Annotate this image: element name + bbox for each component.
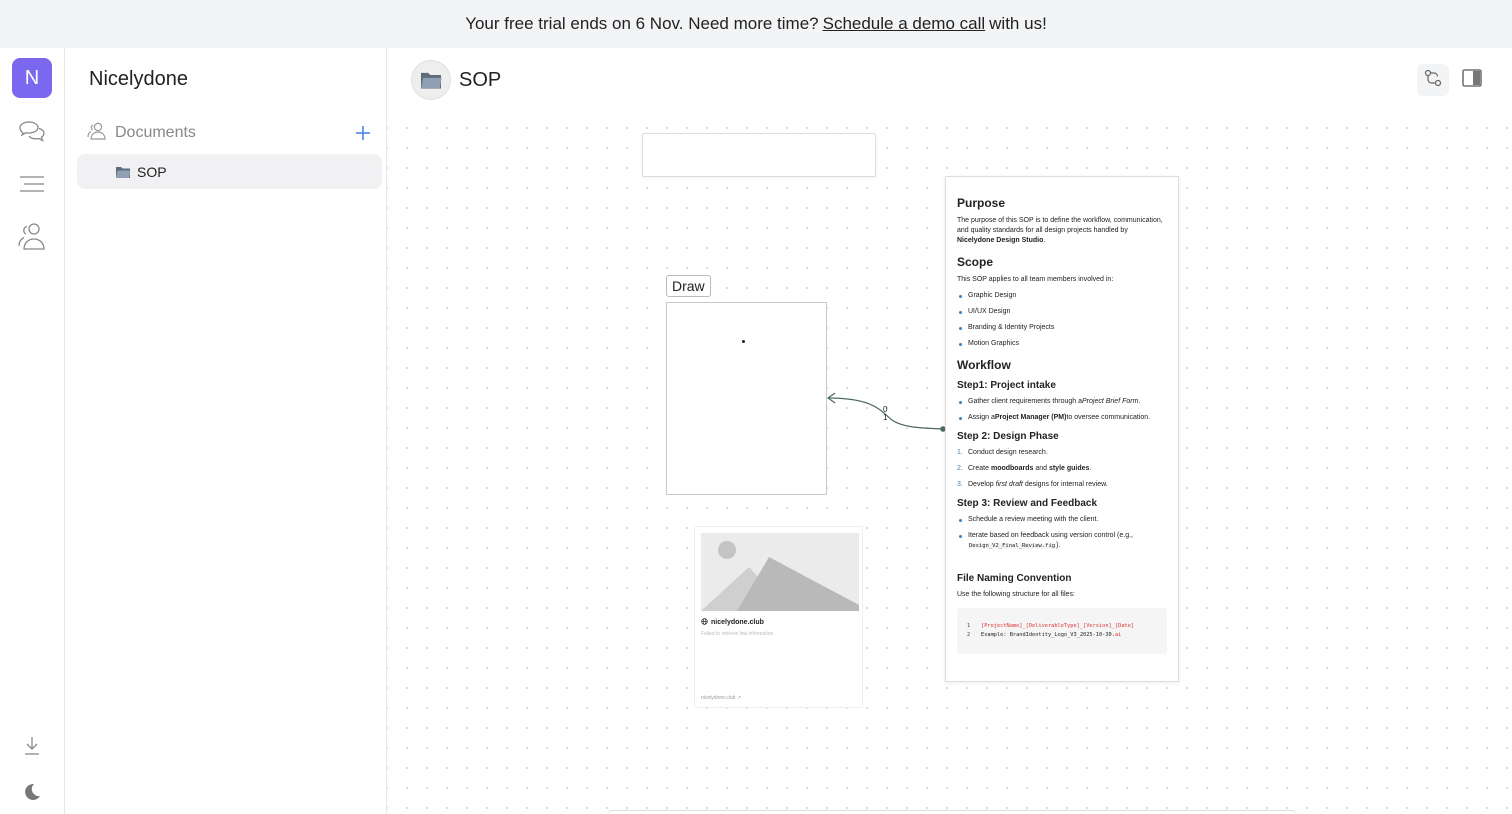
step2-2-post: .	[1089, 465, 1092, 472]
list-item: 2. Create moodboards and style guides.	[957, 465, 1092, 472]
add-document-icon[interactable]	[353, 123, 373, 143]
workspace-avatar[interactable]: N	[12, 58, 52, 98]
step1-b-pre: Assign a	[968, 414, 995, 421]
step2-2-b1: moodboards	[990, 465, 1034, 472]
code-line: 1 [ProjectName]_[DeliverableType]_[Versio…	[967, 622, 1157, 631]
sop-document-card[interactable]: Purpose The purpose of this SOP is to de…	[945, 176, 1179, 682]
globe-icon	[701, 618, 708, 627]
members-icon[interactable]	[18, 222, 46, 250]
purpose-text: The purpose of this SOP is to define the…	[957, 217, 1163, 234]
sidebar: Nicelydone Documents SOP	[65, 48, 387, 814]
icon-rail: N	[0, 48, 65, 814]
step1-a-pre: Gather client requirements through a	[968, 398, 1083, 405]
step2-3-post: designs for internal review.	[1024, 481, 1108, 488]
code-line: 2 Example: BrandIdentity_Logo_V3_2025-10-…	[967, 631, 1157, 640]
list-item: Assign aProject Manager (PM)to oversee c…	[957, 413, 1167, 423]
purpose-end: .	[1043, 237, 1046, 244]
code-line2-ext: ai	[1114, 632, 1122, 638]
link-domain-text: nicelydone.club	[711, 619, 764, 626]
link-footer-text: nicelydone.club	[701, 695, 736, 701]
step3-b-post: ).	[1056, 542, 1061, 549]
heading-purpose: Purpose	[957, 196, 1006, 210]
schedule-demo-link[interactable]: Schedule a demo call	[823, 14, 986, 34]
code-line2-text: Example: BrandIdentity_Logo_V3_2025-10-3…	[981, 632, 1115, 638]
documents-label: Documents	[115, 124, 196, 141]
inline-code: Design_V2_Final_Review.fig	[968, 543, 1057, 549]
list-item: Schedule a review meeting with the clien…	[957, 515, 1167, 525]
documents-section[interactable]: Documents	[87, 120, 373, 146]
list-item: Branding & Identity Projects	[957, 323, 1167, 333]
trial-banner: Your free trial ends on 6 Nov. Need more…	[0, 0, 1512, 48]
step2-list: 1. Conduct design research. 2. Create mood…	[957, 448, 1167, 490]
purpose-bold: Nicelydone Design Studio	[957, 237, 1044, 244]
list-item: 1. Conduct design research.	[957, 449, 1048, 456]
step2-3-em: first draft	[995, 481, 1023, 488]
sidebar-item-label: SOP	[137, 163, 167, 180]
workspace-title: Nicelydone	[89, 68, 188, 90]
scope-text: This SOP applies to all team members inv…	[957, 276, 1114, 283]
step2-2-mid: and	[1035, 465, 1047, 472]
step2-1: Conduct design research.	[968, 449, 1048, 456]
list-item: Iterate based on feedback using version …	[957, 531, 1167, 551]
heading-naming: File Naming Convention	[957, 573, 1072, 584]
image-placeholder-icon	[701, 533, 859, 611]
download-icon[interactable]	[18, 732, 46, 760]
step1-a-post: .	[1138, 398, 1141, 405]
list-item: 3. Develop first draft designs for intern…	[957, 481, 1108, 488]
link-error: Failed to retrieve link information.	[701, 631, 775, 637]
heading-step2: Step 2: Design Phase	[957, 431, 1059, 442]
link-footer[interactable]: nicelydone.club ↗	[701, 695, 741, 701]
step3-list: Schedule a review meeting with the clien…	[957, 515, 1167, 551]
heading-scope: Scope	[957, 255, 994, 269]
line-number: 2	[967, 632, 971, 638]
list-item: UI/UX Design	[957, 307, 1167, 317]
step3-b-pre: Iterate based on feedback using version …	[968, 532, 1133, 539]
banner-text: Your free trial ends on 6 Nov. Need more…	[465, 14, 819, 33]
step2-2-pre: Create	[968, 465, 990, 472]
step1-b-post: to oversee communication.	[1066, 414, 1151, 421]
naming-text: Use the following structure for all file…	[957, 591, 1075, 598]
code-block[interactable]: 1 [ProjectName]_[DeliverableType]_[Versio…	[957, 608, 1167, 654]
list-item: Graphic Design	[957, 291, 1167, 301]
code-line1-text: [ProjectName]_[DeliverableType]_[Version…	[981, 623, 1135, 629]
folder-icon	[115, 165, 131, 179]
step1-list: Gather client requirements through aProj…	[957, 397, 1167, 423]
list-item: Gather client requirements through aProj…	[957, 397, 1167, 407]
scope-list: Graphic Design UI/UX Design Branding & I…	[957, 291, 1167, 349]
bottom-toolbar[interactable]	[607, 810, 1297, 814]
step1-b-bold: Project Manager (PM)	[994, 414, 1067, 421]
external-link-icon: ↗	[736, 695, 742, 701]
purpose-paragraph: The purpose of this SOP is to define the…	[957, 216, 1167, 246]
dark-mode-icon[interactable]	[18, 778, 46, 806]
line-number: 1	[967, 623, 971, 629]
chat-icon[interactable]	[18, 118, 46, 146]
person-icon	[87, 122, 107, 145]
canvas[interactable]: SOP Draw 0 1 nicelydone.club Failed to r…	[387, 48, 1512, 814]
step2-3-pre: Develop	[968, 481, 994, 488]
banner-suffix: with us!	[989, 14, 1047, 33]
heading-step1: Step1: Project intake	[957, 380, 1056, 391]
step2-2-b2: style guides	[1048, 465, 1090, 472]
heading-workflow: Workflow	[957, 358, 1011, 372]
heading-step3: Step 3: Review and Feedback	[957, 498, 1098, 509]
list-icon[interactable]	[18, 170, 46, 198]
link-domain: nicelydone.club	[701, 618, 764, 627]
list-item: Motion Graphics	[957, 339, 1167, 349]
edge-label-target: 1	[883, 413, 888, 422]
link-preview-card[interactable]: nicelydone.club Failed to retrieve link …	[694, 526, 863, 708]
sidebar-item-sop[interactable]: SOP	[77, 154, 382, 189]
step1-a-em: Project Brief Form	[1082, 398, 1139, 405]
